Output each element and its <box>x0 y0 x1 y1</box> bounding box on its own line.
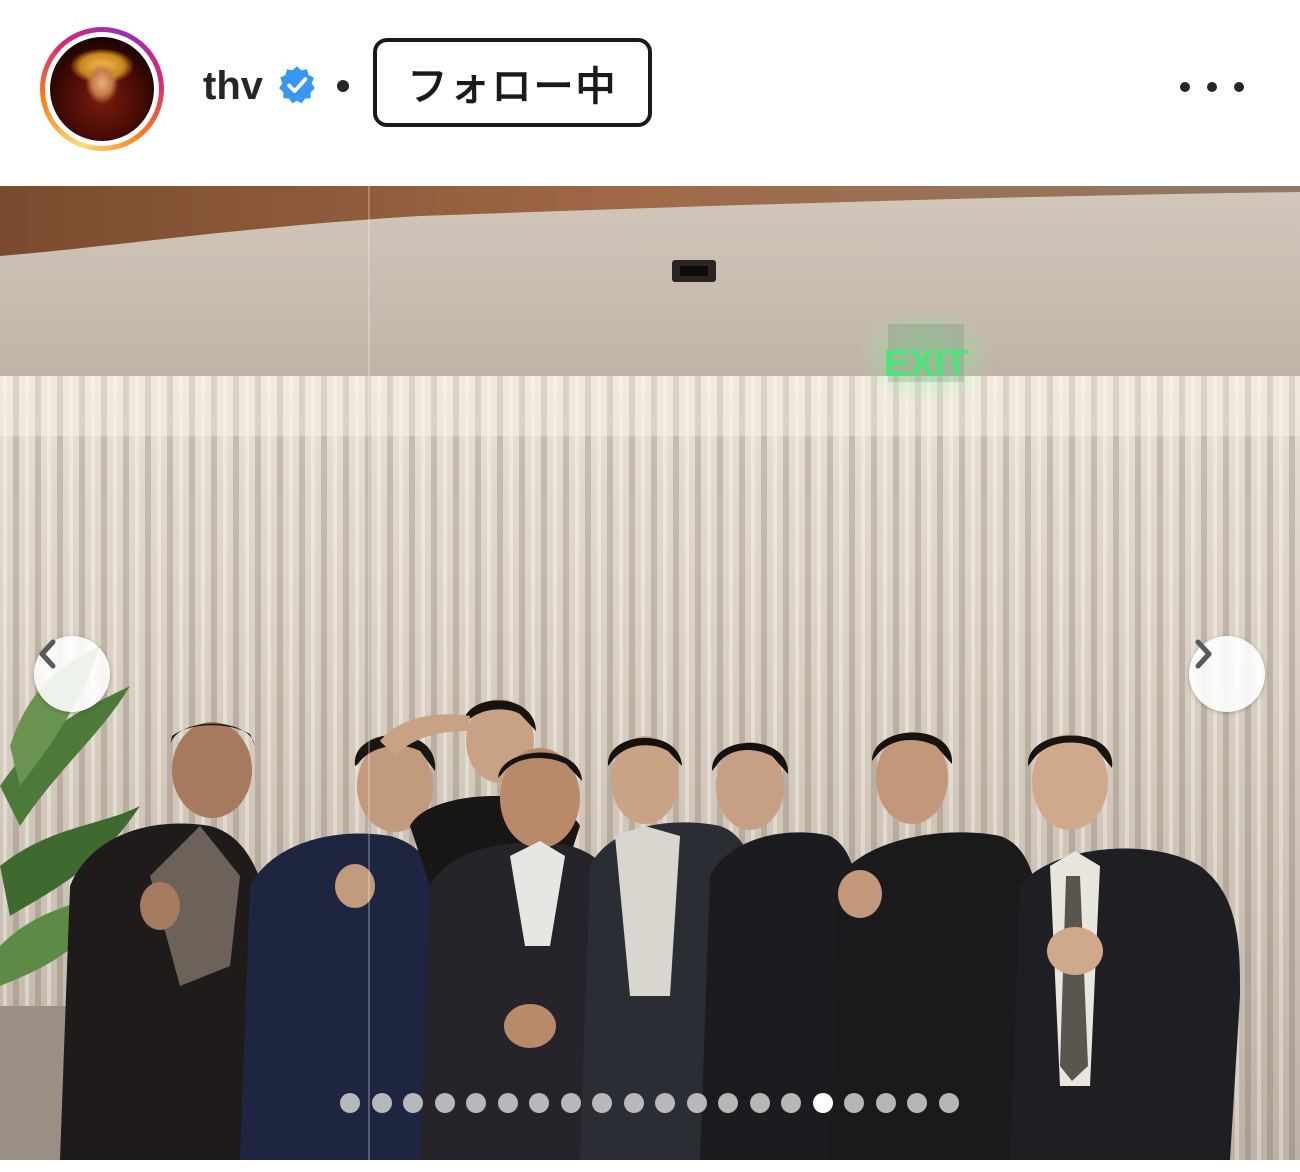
carousel-dot <box>907 1093 927 1113</box>
carousel-dot-active <box>812 1093 833 1113</box>
chevron-left-icon <box>39 639 56 669</box>
carousel-dot <box>371 1093 392 1113</box>
separator-dot <box>337 80 349 92</box>
carousel-dot <box>623 1093 644 1113</box>
carousel-dot <box>403 1093 423 1113</box>
more-dot <box>1180 82 1190 92</box>
more-dot <box>1234 82 1244 92</box>
more-dot <box>1207 82 1217 92</box>
carousel-dot <box>686 1093 707 1113</box>
carousel-dot <box>529 1093 549 1113</box>
exit-sign: EXIT <box>884 343 968 385</box>
carousel-dot <box>497 1093 518 1113</box>
avatar[interactable] <box>50 37 154 141</box>
post-photo[interactable]: EXIT <box>0 186 1300 1160</box>
previous-slide-button[interactable] <box>34 636 110 712</box>
carousel-dot <box>655 1093 675 1113</box>
carousel-dot <box>718 1093 738 1113</box>
carousel-dot <box>340 1093 360 1113</box>
bottom-edge <box>0 1160 1300 1172</box>
carousel-dot <box>875 1093 896 1113</box>
next-slide-button[interactable] <box>1189 636 1265 712</box>
carousel-dot <box>434 1093 455 1113</box>
group-of-people <box>60 699 1240 1160</box>
following-button[interactable]: フォロー中 <box>373 38 652 127</box>
story-ring[interactable] <box>40 27 164 151</box>
carousel-indicator <box>340 1092 970 1114</box>
carousel-dot <box>781 1093 801 1113</box>
carousel-dot <box>844 1093 864 1113</box>
photo-scene: EXIT <box>0 186 1300 1160</box>
carousel-dot <box>749 1093 770 1113</box>
verified-badge-icon <box>279 66 315 104</box>
post-header: thv フォロー中 <box>0 0 1300 186</box>
username[interactable]: thv <box>203 56 263 116</box>
carousel-dot <box>560 1093 581 1113</box>
more-options-icon[interactable] <box>1180 72 1244 102</box>
carousel-dot <box>466 1093 486 1113</box>
carousel-dot <box>592 1093 612 1113</box>
chevron-right-icon <box>1195 639 1212 669</box>
avatar-gap <box>45 32 159 146</box>
carousel-dot <box>938 1093 959 1113</box>
